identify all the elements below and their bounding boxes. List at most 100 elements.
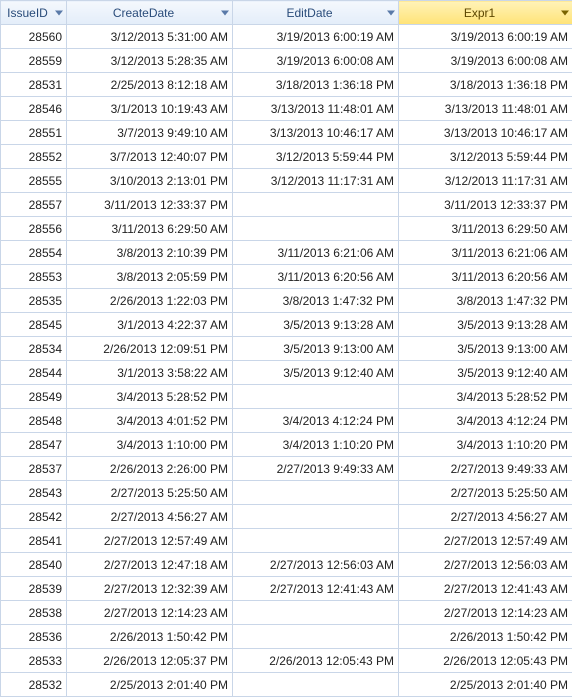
cell-editdate[interactable]: 2/27/2013 9:49:33 AM (233, 457, 399, 481)
cell-expr1[interactable]: 2/27/2013 9:49:33 AM (399, 457, 572, 481)
cell-issueid[interactable]: 28531 (1, 73, 67, 97)
cell-expr1[interactable]: 2/27/2013 12:57:49 AM (399, 529, 572, 553)
cell-expr1[interactable]: 2/27/2013 12:56:03 AM (399, 553, 572, 577)
cell-expr1[interactable]: 3/13/2013 10:46:17 AM (399, 121, 572, 145)
cell-editdate[interactable] (233, 505, 399, 529)
cell-issueid[interactable]: 28552 (1, 145, 67, 169)
cell-expr1[interactable]: 3/4/2013 5:28:52 PM (399, 385, 572, 409)
cell-editdate[interactable] (233, 217, 399, 241)
cell-createdate[interactable]: 2/27/2013 12:57:49 AM (67, 529, 233, 553)
cell-createdate[interactable]: 2/26/2013 12:05:37 PM (67, 649, 233, 673)
cell-issueid[interactable]: 28557 (1, 193, 67, 217)
cell-expr1[interactable]: 3/5/2013 9:13:00 AM (399, 337, 572, 361)
cell-editdate[interactable]: 2/26/2013 12:05:43 PM (233, 649, 399, 673)
table-row[interactable]: 285523/7/2013 12:40:07 PM3/12/2013 5:59:… (1, 145, 572, 169)
cell-issueid[interactable]: 28547 (1, 433, 67, 457)
dropdown-icon[interactable] (55, 10, 63, 15)
cell-createdate[interactable]: 2/25/2013 2:01:40 PM (67, 673, 233, 697)
cell-issueid[interactable]: 28559 (1, 49, 67, 73)
cell-createdate[interactable]: 3/4/2013 1:10:00 PM (67, 433, 233, 457)
cell-createdate[interactable]: 3/1/2013 4:22:37 AM (67, 313, 233, 337)
table-row[interactable]: 285342/26/2013 12:09:51 PM3/5/2013 9:13:… (1, 337, 572, 361)
cell-editdate[interactable] (233, 481, 399, 505)
cell-issueid[interactable]: 28533 (1, 649, 67, 673)
table-row[interactable]: 285573/11/2013 12:33:37 PM3/11/2013 12:3… (1, 193, 572, 217)
table-row[interactable]: 285402/27/2013 12:47:18 AM2/27/2013 12:5… (1, 553, 572, 577)
cell-editdate[interactable]: 3/4/2013 1:10:20 PM (233, 433, 399, 457)
cell-editdate[interactable]: 3/19/2013 6:00:19 AM (233, 25, 399, 49)
cell-issueid[interactable]: 28549 (1, 385, 67, 409)
cell-editdate[interactable]: 3/8/2013 1:47:32 PM (233, 289, 399, 313)
table-row[interactable]: 285432/27/2013 5:25:50 AM2/27/2013 5:25:… (1, 481, 572, 505)
cell-issueid[interactable]: 28532 (1, 673, 67, 697)
cell-expr1[interactable]: 3/19/2013 6:00:19 AM (399, 25, 572, 49)
table-row[interactable]: 285382/27/2013 12:14:23 AM2/27/2013 12:1… (1, 601, 572, 625)
cell-issueid[interactable]: 28551 (1, 121, 67, 145)
cell-expr1[interactable]: 3/11/2013 12:33:37 PM (399, 193, 572, 217)
cell-editdate[interactable]: 3/5/2013 9:13:28 AM (233, 313, 399, 337)
cell-createdate[interactable]: 3/7/2013 12:40:07 PM (67, 145, 233, 169)
table-row[interactable]: 285332/26/2013 12:05:37 PM2/26/2013 12:0… (1, 649, 572, 673)
table-row[interactable]: 285513/7/2013 9:49:10 AM3/13/2013 10:46:… (1, 121, 572, 145)
cell-issueid[interactable]: 28535 (1, 289, 67, 313)
cell-editdate[interactable]: 3/5/2013 9:12:40 AM (233, 361, 399, 385)
cell-createdate[interactable]: 3/1/2013 10:19:43 AM (67, 97, 233, 121)
cell-issueid[interactable]: 28534 (1, 337, 67, 361)
table-row[interactable]: 285483/4/2013 4:01:52 PM3/4/2013 4:12:24… (1, 409, 572, 433)
cell-expr1[interactable]: 3/5/2013 9:13:28 AM (399, 313, 572, 337)
cell-editdate[interactable]: 2/27/2013 12:41:43 AM (233, 577, 399, 601)
cell-expr1[interactable]: 3/19/2013 6:00:08 AM (399, 49, 572, 73)
cell-issueid[interactable]: 28548 (1, 409, 67, 433)
cell-issueid[interactable]: 28546 (1, 97, 67, 121)
cell-createdate[interactable]: 3/1/2013 3:58:22 AM (67, 361, 233, 385)
cell-createdate[interactable]: 2/27/2013 12:47:18 AM (67, 553, 233, 577)
table-row[interactable]: 285372/26/2013 2:26:00 PM2/27/2013 9:49:… (1, 457, 572, 481)
cell-createdate[interactable]: 3/10/2013 2:13:01 PM (67, 169, 233, 193)
cell-editdate[interactable] (233, 625, 399, 649)
cell-issueid[interactable]: 28545 (1, 313, 67, 337)
cell-editdate[interactable]: 3/13/2013 11:48:01 AM (233, 97, 399, 121)
cell-expr1[interactable]: 2/27/2013 12:41:43 AM (399, 577, 572, 601)
table-row[interactable]: 285443/1/2013 3:58:22 AM3/5/2013 9:12:40… (1, 361, 572, 385)
cell-issueid[interactable]: 28541 (1, 529, 67, 553)
cell-createdate[interactable]: 2/27/2013 12:32:39 AM (67, 577, 233, 601)
col-header-issueid[interactable]: IssueID (1, 1, 67, 25)
cell-editdate[interactable] (233, 673, 399, 697)
cell-expr1[interactable]: 3/12/2013 5:59:44 PM (399, 145, 572, 169)
col-header-expr1[interactable]: Expr1 (399, 1, 572, 25)
cell-issueid[interactable]: 28542 (1, 505, 67, 529)
cell-createdate[interactable]: 3/12/2013 5:28:35 AM (67, 49, 233, 73)
cell-editdate[interactable]: 3/19/2013 6:00:08 AM (233, 49, 399, 73)
cell-createdate[interactable]: 3/11/2013 6:29:50 AM (67, 217, 233, 241)
cell-createdate[interactable]: 3/4/2013 5:28:52 PM (67, 385, 233, 409)
cell-issueid[interactable]: 28554 (1, 241, 67, 265)
cell-issueid[interactable]: 28556 (1, 217, 67, 241)
cell-issueid[interactable]: 28537 (1, 457, 67, 481)
dropdown-icon[interactable] (561, 10, 569, 15)
cell-editdate[interactable]: 2/27/2013 12:56:03 AM (233, 553, 399, 577)
cell-createdate[interactable]: 2/26/2013 1:50:42 PM (67, 625, 233, 649)
cell-expr1[interactable]: 2/27/2013 5:25:50 AM (399, 481, 572, 505)
cell-createdate[interactable]: 2/26/2013 1:22:03 PM (67, 289, 233, 313)
cell-createdate[interactable]: 2/27/2013 12:14:23 AM (67, 601, 233, 625)
cell-editdate[interactable]: 3/12/2013 5:59:44 PM (233, 145, 399, 169)
cell-expr1[interactable]: 3/8/2013 1:47:32 PM (399, 289, 572, 313)
cell-expr1[interactable]: 3/11/2013 6:20:56 AM (399, 265, 572, 289)
table-row[interactable]: 285533/8/2013 2:05:59 PM3/11/2013 6:20:5… (1, 265, 572, 289)
cell-editdate[interactable] (233, 601, 399, 625)
cell-createdate[interactable]: 3/8/2013 2:05:59 PM (67, 265, 233, 289)
table-row[interactable]: 285392/27/2013 12:32:39 AM2/27/2013 12:4… (1, 577, 572, 601)
cell-expr1[interactable]: 3/11/2013 6:21:06 AM (399, 241, 572, 265)
cell-expr1[interactable]: 2/26/2013 12:05:43 PM (399, 649, 572, 673)
cell-createdate[interactable]: 3/8/2013 2:10:39 PM (67, 241, 233, 265)
table-row[interactable]: 285312/25/2013 8:12:18 AM3/18/2013 1:36:… (1, 73, 572, 97)
cell-expr1[interactable]: 2/25/2013 2:01:40 PM (399, 673, 572, 697)
table-row[interactable]: 285362/26/2013 1:50:42 PM2/26/2013 1:50:… (1, 625, 572, 649)
cell-editdate[interactable]: 3/11/2013 6:20:56 AM (233, 265, 399, 289)
table-row[interactable]: 285563/11/2013 6:29:50 AM3/11/2013 6:29:… (1, 217, 572, 241)
cell-issueid[interactable]: 28536 (1, 625, 67, 649)
cell-editdate[interactable]: 3/11/2013 6:21:06 AM (233, 241, 399, 265)
cell-createdate[interactable]: 2/26/2013 2:26:00 PM (67, 457, 233, 481)
cell-issueid[interactable]: 28539 (1, 577, 67, 601)
cell-createdate[interactable]: 3/4/2013 4:01:52 PM (67, 409, 233, 433)
